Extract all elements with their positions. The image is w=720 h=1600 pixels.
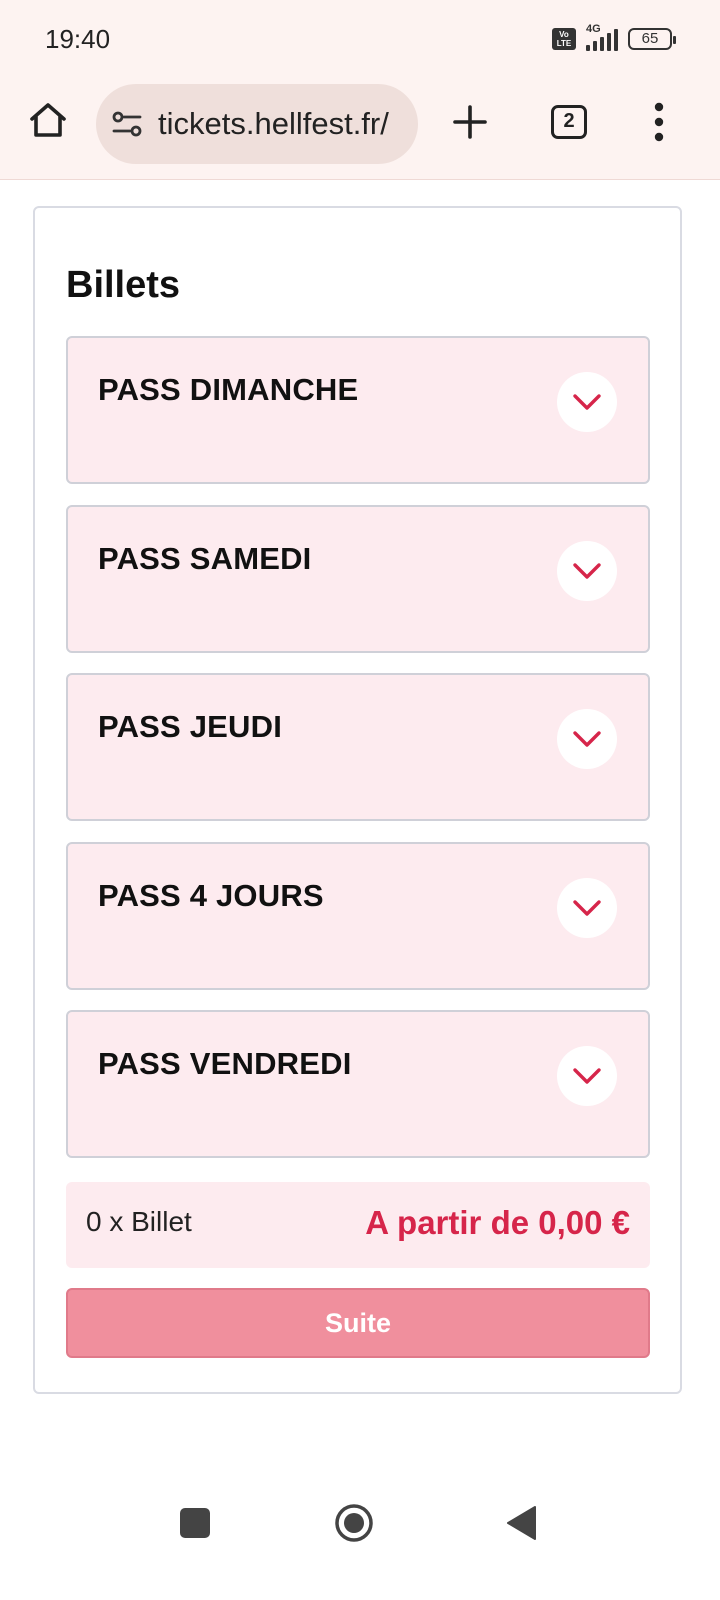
volte-icon: Vo LTE — [552, 28, 576, 50]
back-icon[interactable] — [505, 1505, 537, 1541]
tabs-button[interactable]: 2 — [551, 105, 587, 139]
battery-icon: 65 — [628, 28, 676, 50]
status-bar: 19:40 Vo LTE 4G 65 — [0, 0, 720, 76]
page-title: Billets — [66, 264, 181, 306]
pass-name: PASS DIMANCHE — [98, 372, 359, 407]
nav-home-icon[interactable] — [334, 1503, 374, 1543]
pass-item-vendredi[interactable]: PASS VENDREDI — [66, 1010, 650, 1158]
status-icons: Vo LTE 4G 65 — [552, 23, 676, 54]
network-type: 4G — [586, 23, 601, 35]
url-text: tickets.hellfest.fr/ — [158, 106, 389, 141]
next-button[interactable]: Suite — [66, 1288, 650, 1358]
expand-button[interactable] — [557, 709, 617, 769]
home-icon[interactable] — [28, 100, 68, 140]
ticket-quantity: 0 x Billet — [86, 1206, 192, 1237]
chevron-down-icon — [573, 563, 601, 579]
more-vert-icon[interactable] — [652, 102, 666, 142]
signal-icon: 4G — [586, 23, 618, 51]
browser-toolbar: tickets.hellfest.fr/ 2 — [0, 76, 720, 180]
order-summary: 0 x Billet A partir de 0,00 € — [66, 1182, 650, 1268]
total-price: A partir de 0,00 € — [365, 1204, 630, 1241]
pass-item-4-jours[interactable]: PASS 4 JOURS — [66, 842, 650, 990]
expand-button[interactable] — [557, 541, 617, 601]
plus-icon[interactable] — [452, 104, 488, 140]
chevron-down-icon — [573, 1068, 601, 1084]
address-bar[interactable]: tickets.hellfest.fr/ — [96, 84, 418, 164]
pass-item-samedi[interactable]: PASS SAMEDI — [66, 505, 650, 653]
recents-icon[interactable] — [180, 1508, 210, 1538]
status-time: 19:40 — [45, 24, 111, 54]
pass-item-dimanche[interactable]: PASS DIMANCHE — [66, 336, 650, 484]
expand-button[interactable] — [557, 1046, 617, 1106]
pass-name: PASS VENDREDI — [98, 1046, 352, 1081]
site-settings-icon[interactable] — [110, 107, 144, 141]
expand-button[interactable] — [557, 372, 617, 432]
chevron-down-icon — [573, 394, 601, 410]
pass-name: PASS 4 JOURS — [98, 878, 324, 913]
expand-button[interactable] — [557, 878, 617, 938]
tickets-card: Billets PASS DIMANCHE PASS SAMEDI PASS J… — [33, 206, 682, 1394]
system-nav-bar — [0, 1480, 720, 1600]
chevron-down-icon — [573, 731, 601, 747]
chevron-down-icon — [573, 900, 601, 916]
pass-name: PASS SAMEDI — [98, 541, 312, 576]
pass-item-jeudi[interactable]: PASS JEUDI — [66, 673, 650, 821]
pass-name: PASS JEUDI — [98, 709, 283, 744]
